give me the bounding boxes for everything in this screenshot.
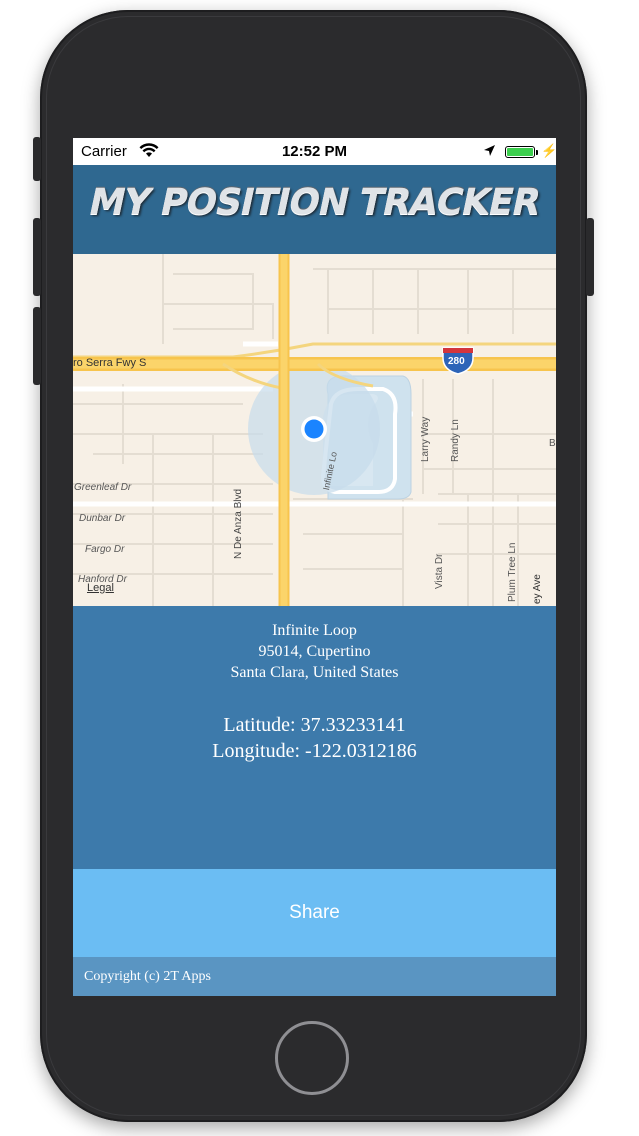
app-title: MY POSITION TRACKER [85,182,544,223]
latitude-text: Latitude: 37.33233141 [223,714,406,736]
greenleaf-label: Greenleaf Dr [74,482,132,493]
randy-ln-label: Randy Ln [450,419,461,462]
freeway-label: ro Serra Fwy S [73,357,147,369]
volume-down-button [33,307,41,385]
dunbar-label: Dunbar Dr [79,513,126,524]
status-bar: Carrier 12:52 PM ⚡ [73,138,556,165]
copyright-text: Copyright (c) 2T Apps [84,969,211,984]
interstate-label: 280 [448,356,465,367]
location-info-panel: Infinite Loop 95014, Cupertino Santa Cla… [73,606,556,869]
address-block: Infinite Loop 95014, Cupertino Santa Cla… [73,620,556,683]
infinite-loop-label: Infinite Lo [321,450,339,492]
de-anza-label: N De Anza Blvd [233,488,244,559]
battery-tip [536,150,538,155]
location-arrow-icon [483,144,496,161]
legal-link[interactable]: Legal [87,582,114,594]
app-header: MY POSITION TRACKER [73,165,556,254]
edge-label: B [549,438,556,449]
map-labels: ro Serra Fwy S 280 N De Anza Blvd Infini… [73,254,556,606]
mute-switch [33,137,41,181]
volume-up-button [33,218,41,296]
address-street: Infinite Loop [272,622,357,639]
address-postal-city: 95014, Cupertino [258,643,371,660]
home-button[interactable] [275,1021,349,1095]
longitude-text: Longitude: -122.0312186 [212,740,417,762]
ey-ave-label: ey Ave [532,574,543,604]
larry-way-label: Larry Way [420,416,431,462]
vista-label: Vista Dr [434,553,445,589]
plum-tree-label: Plum Tree Ln [507,542,518,602]
address-region-country: Santa Clara, United States [230,664,399,681]
fargo-label: Fargo Dr [85,544,125,555]
share-button[interactable]: Share [73,869,556,957]
power-button [586,218,594,296]
map-view[interactable]: ro Serra Fwy S 280 N De Anza Blvd Infini… [73,254,556,606]
charging-bolt-icon: ⚡ [541,143,556,158]
app-screen: Carrier 12:52 PM ⚡ MY POSITION TRACKER r… [73,138,556,996]
footer: Copyright (c) 2T Apps [73,957,556,996]
battery-icon [505,146,535,158]
coordinates-block: Latitude: 37.33233141 Longitude: -122.03… [73,712,556,764]
